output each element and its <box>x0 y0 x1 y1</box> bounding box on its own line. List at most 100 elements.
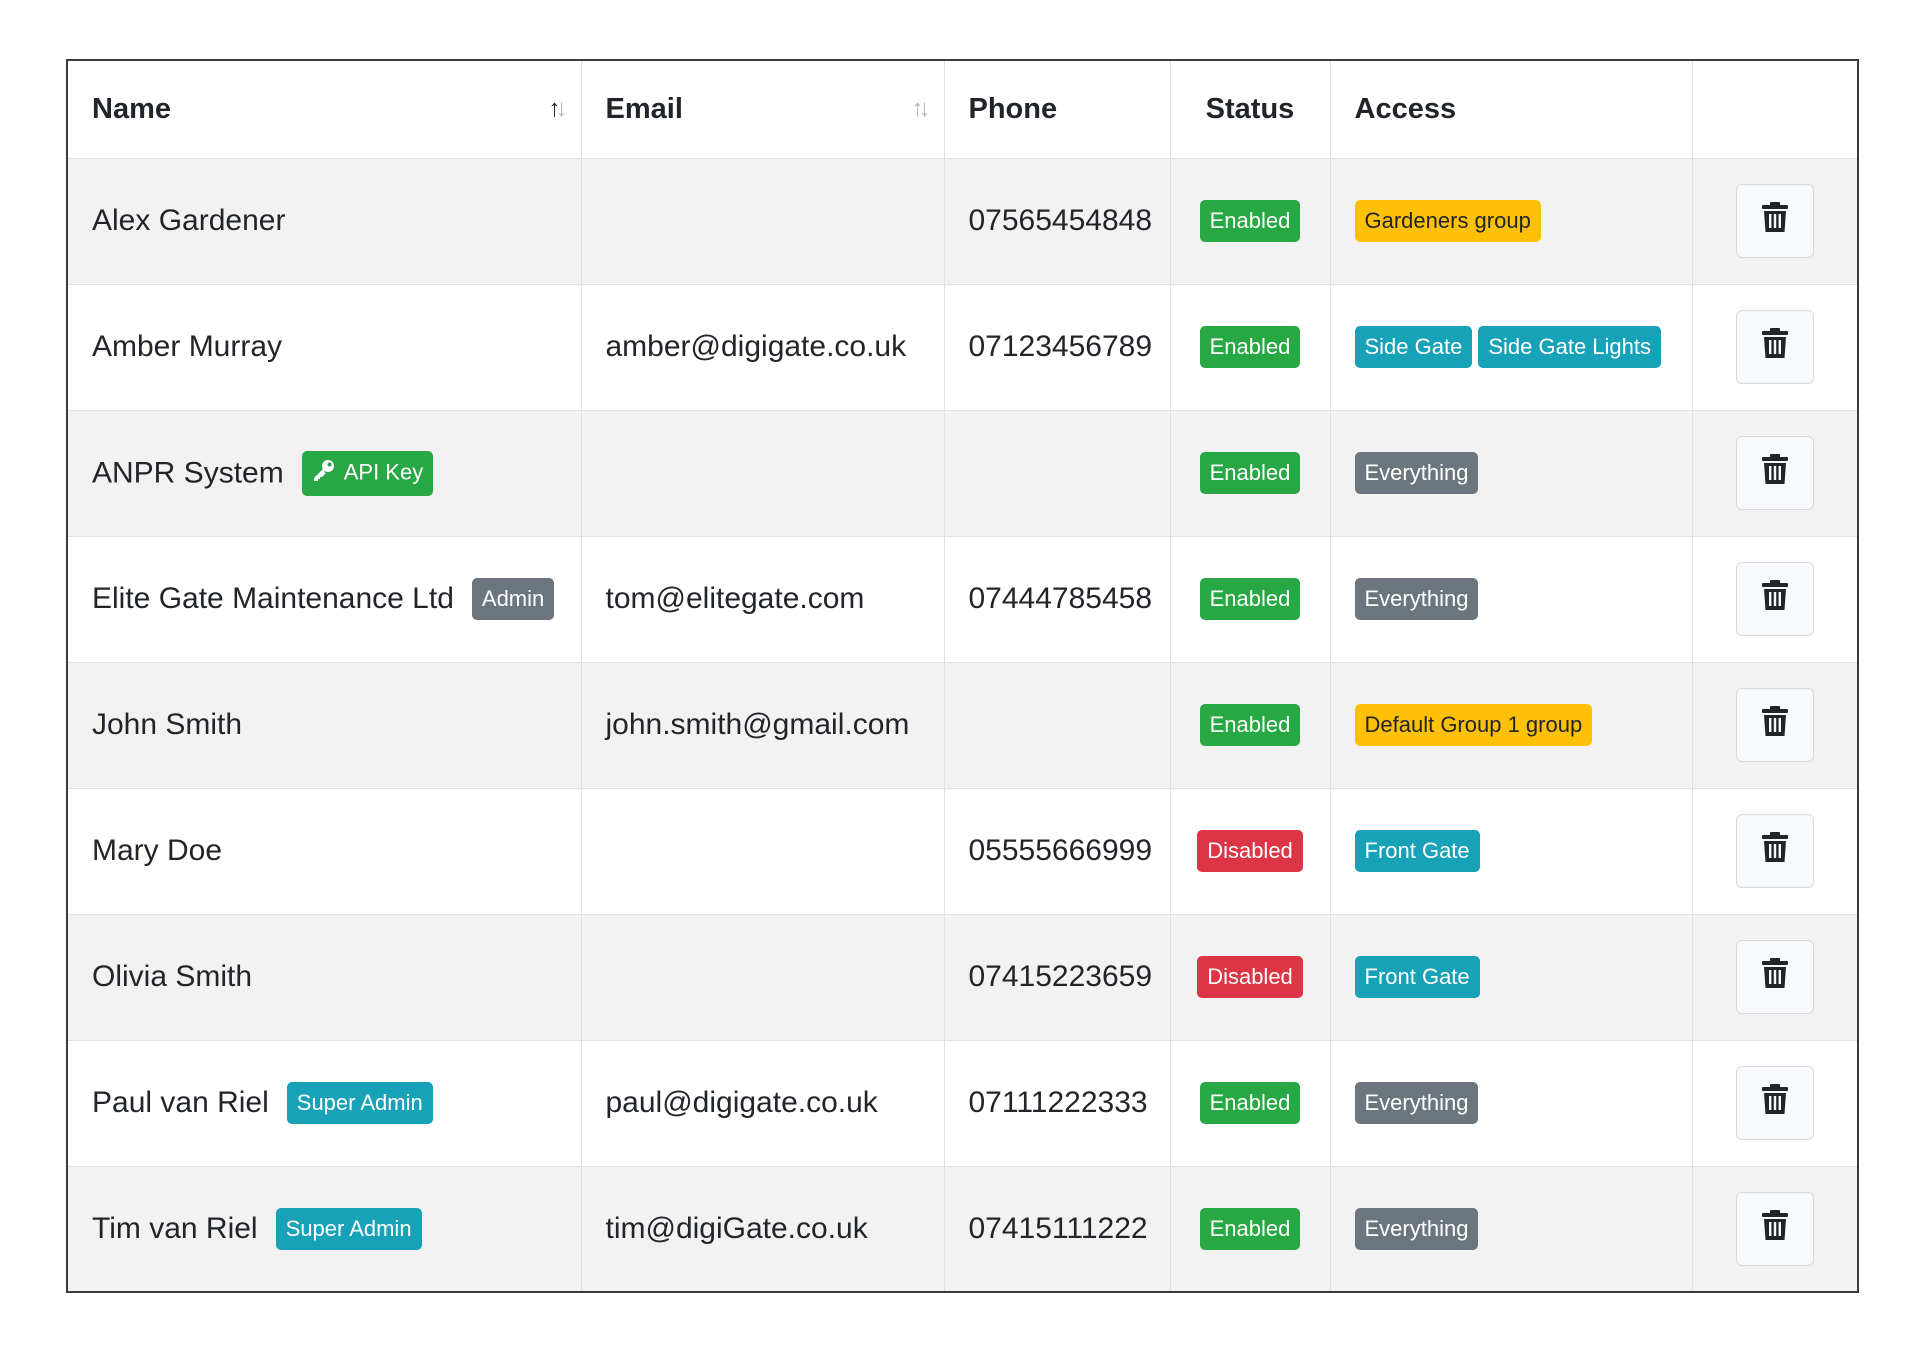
user-phone: 07415111222 <box>968 1212 1148 1246</box>
column-header-phone: Phone <box>944 61 1171 159</box>
cell-email: paul@digigate.co.uk <box>581 1040 945 1167</box>
delete-button[interactable] <box>1735 310 1814 384</box>
trash-icon <box>1761 706 1788 744</box>
cell-actions <box>1692 536 1857 663</box>
status-badge: Enabled <box>1199 704 1301 746</box>
cell-name: John Smith <box>68 662 582 789</box>
users-table: Name ↑↓ Email ↑↓ Phone Status Access Ale… <box>68 61 1857 1291</box>
delete-button[interactable] <box>1735 814 1814 888</box>
user-email: paul@digigate.co.uk <box>605 1086 878 1119</box>
column-header-status-label: Status <box>1205 92 1295 125</box>
cell-phone <box>944 410 1171 537</box>
trash-icon <box>1761 958 1788 996</box>
table-row[interactable]: Alex Gardener 07565454848 Enabled Gardeners… <box>68 158 1857 285</box>
access-badge: Side Gate <box>1354 326 1473 368</box>
cell-name: Mary Doe <box>68 788 582 915</box>
status-badge: Disabled <box>1197 956 1303 998</box>
trash-icon <box>1761 328 1788 366</box>
cell-email: tim@digiGate.co.uk <box>581 1166 945 1291</box>
table-row[interactable]: Mary Doe 05555666999 Disabled Front Gate <box>68 788 1857 915</box>
user-name: Elite Gate Maintenance Ltd <box>92 582 454 615</box>
role-badge: Super Admin <box>286 1082 433 1124</box>
cell-name: Paul van Riel Super Admin <box>68 1040 582 1167</box>
column-header-actions <box>1692 61 1857 159</box>
cell-phone: 07111222333 <box>944 1040 1171 1167</box>
status-badge: Enabled <box>1199 1082 1301 1124</box>
cell-actions <box>1692 788 1857 915</box>
cell-email <box>581 788 945 915</box>
user-email: tim@digiGate.co.uk <box>605 1212 868 1246</box>
delete-button[interactable] <box>1735 940 1814 1014</box>
cell-name: Amber Murray <box>68 284 582 411</box>
role-badge-label: Admin <box>481 586 545 611</box>
column-header-email[interactable]: Email ↑↓ <box>581 61 945 159</box>
cell-phone: 07123456789 <box>944 284 1171 411</box>
access-badge: Front Gate <box>1354 830 1480 872</box>
trash-icon <box>1761 580 1788 618</box>
delete-button[interactable] <box>1735 1066 1814 1140</box>
cell-email <box>581 914 945 1041</box>
user-phone: 07444785458 <box>968 582 1153 615</box>
access-badge: Everything <box>1354 578 1479 620</box>
table-row[interactable]: Olivia Smith 07415223659 Disabled Front Gat… <box>68 914 1857 1041</box>
delete-button[interactable] <box>1735 436 1814 510</box>
column-header-email-label: Email <box>605 92 683 125</box>
cell-phone <box>944 662 1171 789</box>
cell-phone: 05555666999 <box>944 788 1171 915</box>
column-header-name-label: Name <box>92 92 171 125</box>
cell-status: Disabled <box>1170 914 1331 1041</box>
status-badge: Enabled <box>1199 452 1301 494</box>
cell-access: Everything <box>1330 1166 1693 1291</box>
access-badge: Front Gate <box>1354 956 1480 998</box>
delete-button[interactable] <box>1735 562 1814 636</box>
table-row[interactable]: Tim van Riel Super Admin tim@digiGate.co.u… <box>68 1166 1857 1291</box>
sort-icon[interactable]: ↑↓ <box>912 95 931 123</box>
column-header-access: Access <box>1330 61 1693 159</box>
table-row[interactable]: Paul van Riel Super Admin paul@digigate.co… <box>68 1040 1857 1167</box>
column-header-name[interactable]: Name ↑↓ <box>68 61 582 159</box>
access-badge: Everything <box>1354 1208 1479 1251</box>
delete-button[interactable] <box>1735 184 1814 258</box>
table-row[interactable]: Amber Murray amber@digigate.co.uk 07123456… <box>68 284 1857 411</box>
table-row[interactable]: John Smith john.smith@gmail.com Enabled Def… <box>68 662 1857 789</box>
access-badge: Side Gate Lights <box>1478 326 1662 368</box>
cell-access: Gardeners group <box>1330 158 1693 285</box>
cell-access: Default Group 1 group <box>1330 662 1693 789</box>
access-badge: Everything <box>1354 1082 1479 1124</box>
cell-actions <box>1692 914 1857 1041</box>
user-phone: 05555666999 <box>968 834 1153 867</box>
table-row[interactable]: Elite Gate Maintenance Ltd Admin tom@elite… <box>68 536 1857 663</box>
cell-access: Front Gate <box>1330 788 1693 915</box>
user-phone: 07123456789 <box>968 330 1153 363</box>
role-badge-label: Super Admin <box>296 1090 423 1115</box>
user-name: ANPR System <box>92 456 284 489</box>
user-email: john.smith@gmail.com <box>605 708 910 741</box>
cell-phone: 07444785458 <box>944 536 1171 663</box>
cell-access: Everything <box>1330 410 1693 537</box>
delete-button[interactable] <box>1735 1192 1814 1267</box>
trash-icon <box>1761 832 1788 870</box>
cell-actions <box>1692 410 1857 537</box>
cell-status: Enabled <box>1170 662 1331 789</box>
key-icon <box>312 458 336 489</box>
cell-status: Enabled <box>1170 1166 1331 1291</box>
cell-email: tom@elitegate.com <box>581 536 945 663</box>
cell-status: Enabled <box>1170 1040 1331 1167</box>
role-badge-label: API Key <box>343 458 424 484</box>
trash-icon <box>1761 1210 1788 1248</box>
column-header-phone-label: Phone <box>968 92 1058 125</box>
cell-access: Everything <box>1330 536 1693 663</box>
table-row[interactable]: ANPR System API Key Enabled Everything <box>68 410 1857 537</box>
cell-email <box>581 158 945 285</box>
user-name: John Smith <box>92 708 243 742</box>
cell-name: Alex Gardener <box>68 158 582 285</box>
column-header-status: Status <box>1170 61 1331 159</box>
cell-status: Disabled <box>1170 788 1331 915</box>
status-badge: Enabled <box>1199 200 1301 242</box>
sort-ascending-icon[interactable]: ↑↓ <box>549 95 568 123</box>
user-email: amber@digigate.co.uk <box>605 330 907 363</box>
cell-status: Enabled <box>1170 284 1331 411</box>
delete-button[interactable] <box>1735 688 1814 762</box>
user-name: Amber Murray <box>92 330 283 364</box>
user-name: Mary Doe <box>92 834 223 868</box>
